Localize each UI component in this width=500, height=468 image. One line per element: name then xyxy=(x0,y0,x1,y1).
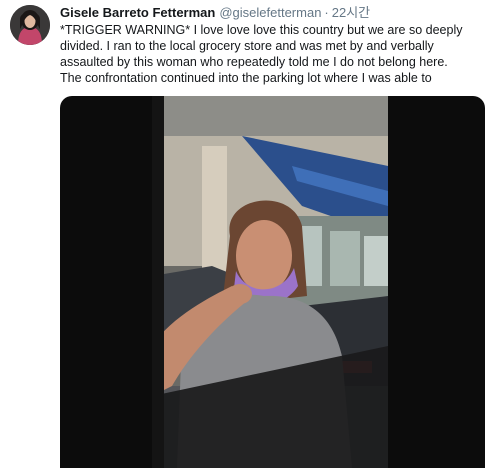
video-frame[interactable] xyxy=(152,96,388,468)
tweet-text-line: *TRIGGER WARNING* I love love love this … xyxy=(60,23,463,37)
tweet-text-line: assaulted by this woman who repeatedly t… xyxy=(60,55,448,69)
tweet-header: Gisele Barreto Fetterman @giselefetterma… xyxy=(60,4,490,21)
tweet-content: Gisele Barreto Fetterman @giselefetterma… xyxy=(60,4,490,86)
avatar[interactable] xyxy=(10,5,50,45)
tweet-text-line: The confrontation continued into the par… xyxy=(60,71,432,85)
tweet-text-line: divided. I ran to the local grocery stor… xyxy=(60,39,434,53)
author-handle[interactable]: @giselefetterman xyxy=(219,4,321,21)
header-separator: · xyxy=(324,5,329,20)
tweet-text: *TRIGGER WARNING* I love love love this … xyxy=(60,22,490,86)
tweet-video-player[interactable] xyxy=(60,96,485,468)
tweet-timestamp[interactable]: 22시간 xyxy=(332,4,370,21)
author-display-name[interactable]: Gisele Barreto Fetterman xyxy=(60,4,215,21)
tweet-card[interactable]: Gisele Barreto Fetterman @giselefetterma… xyxy=(0,0,500,468)
